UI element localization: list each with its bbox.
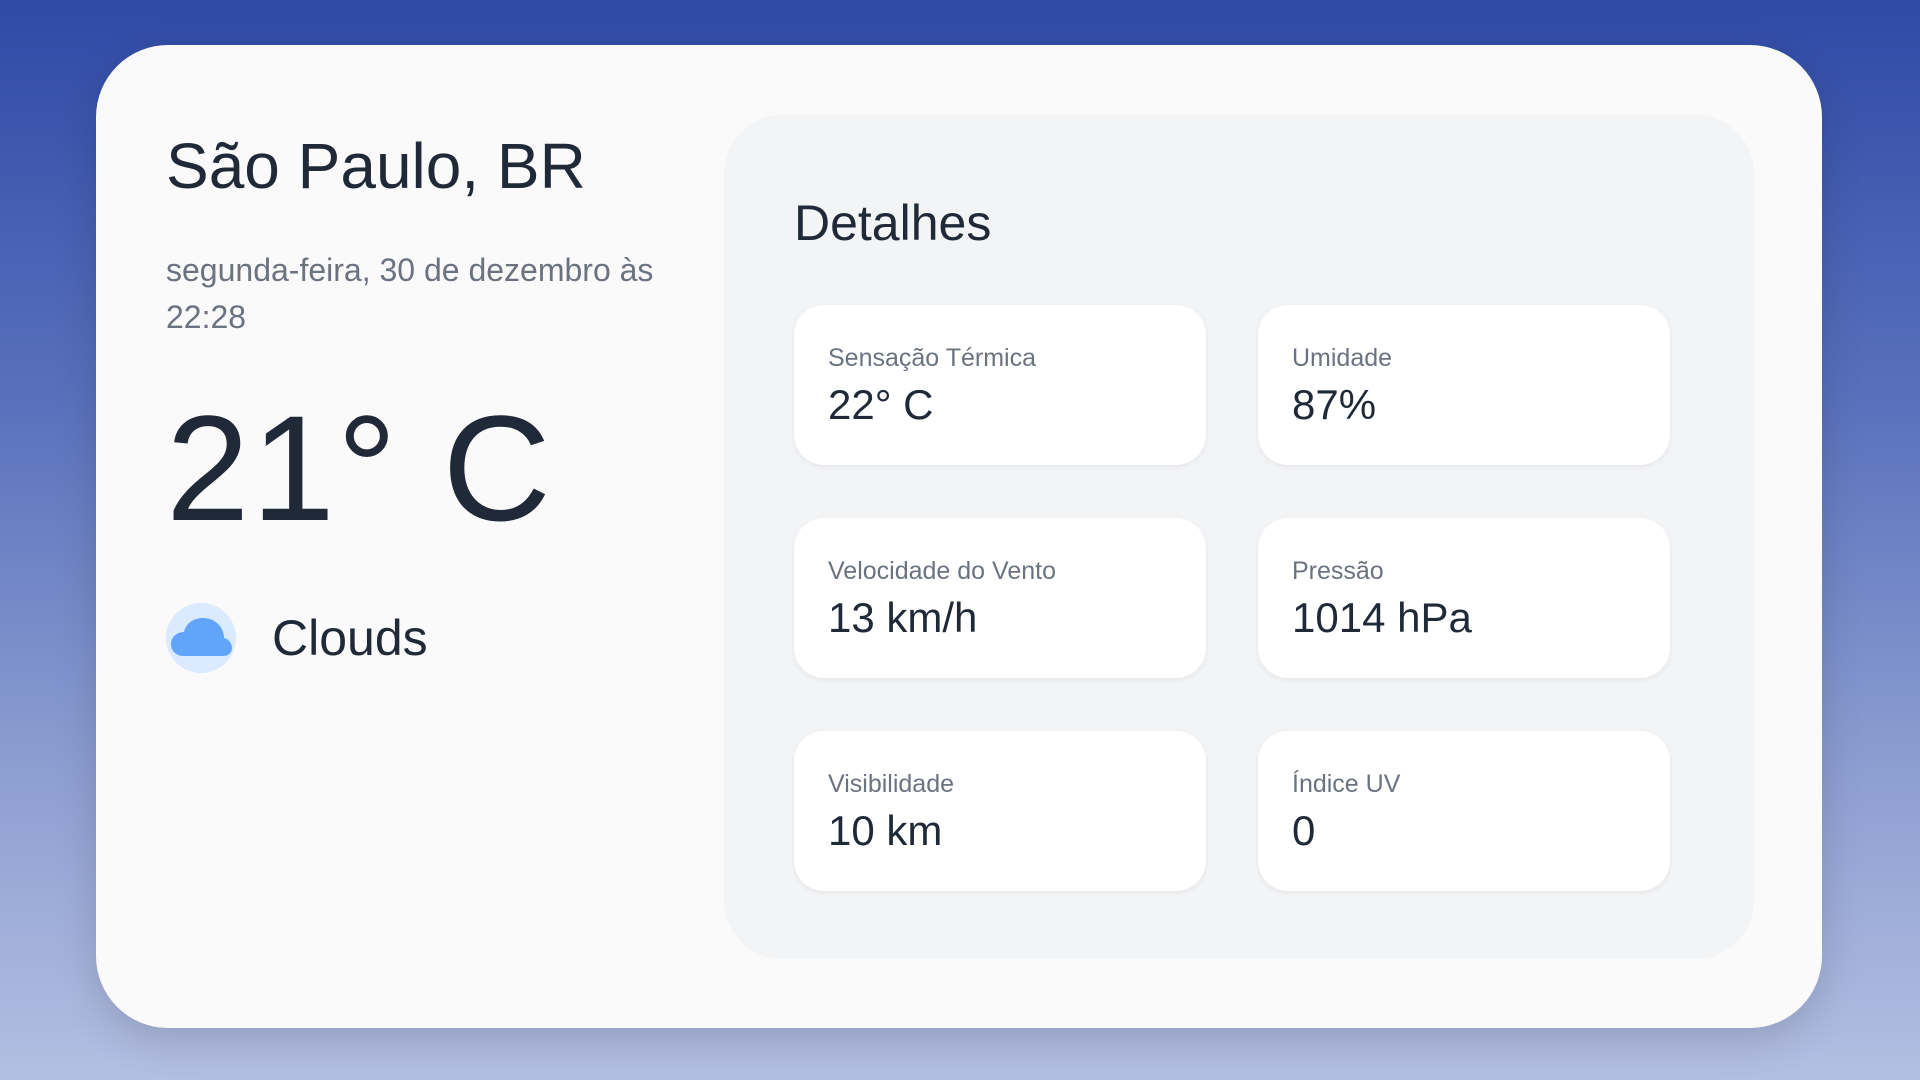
cloud-icon-graphic	[171, 618, 232, 656]
details-panel: Detalhes Sensação Térmica 22° C Umidade …	[724, 115, 1754, 959]
detail-value: 10 km	[828, 807, 943, 854]
detail-pressure: Pressão 1014 hPa	[1258, 518, 1670, 678]
detail-wind-speed: Velocidade do Vento 13 km/h	[794, 518, 1206, 678]
detail-label: Visibilidade	[828, 770, 955, 798]
detail-uv-index: Índice UV 0	[1258, 731, 1670, 891]
detail-value: 1014 hPa	[1292, 594, 1472, 641]
condition-label: Clouds	[272, 610, 428, 666]
detail-value: 22° C	[828, 381, 934, 428]
details-grid: Sensação Térmica 22° C Umidade 87% Veloc…	[794, 305, 1670, 891]
detail-visibility: Visibilidade 10 km	[794, 731, 1206, 891]
current-temperature: 21° C	[166, 384, 553, 552]
detail-value: 0	[1292, 807, 1316, 854]
detail-label: Índice UV	[1292, 770, 1401, 798]
cloud-icon	[166, 603, 236, 673]
detail-value: 87%	[1292, 381, 1377, 428]
detail-label: Umidade	[1292, 344, 1393, 372]
detail-label: Pressão	[1292, 557, 1384, 585]
city-name: São Paulo, BR	[166, 130, 586, 202]
weather-condition: Clouds	[166, 603, 686, 673]
date-time: segunda-feira, 30 de dezembro às 22:28	[166, 252, 654, 335]
details-title: Detalhes	[794, 195, 992, 251]
detail-humidity: Umidade 87%	[1258, 305, 1670, 465]
current-weather-section: São Paulo, BR segunda-feira, 30 de dezem…	[166, 125, 686, 673]
detail-value: 13 km/h	[828, 594, 978, 641]
weather-card: São Paulo, BR segunda-feira, 30 de dezem…	[96, 45, 1822, 1028]
detail-feels-like: Sensação Térmica 22° C	[794, 305, 1206, 465]
detail-label: Sensação Térmica	[828, 344, 1036, 372]
detail-label: Velocidade do Vento	[828, 557, 1056, 585]
